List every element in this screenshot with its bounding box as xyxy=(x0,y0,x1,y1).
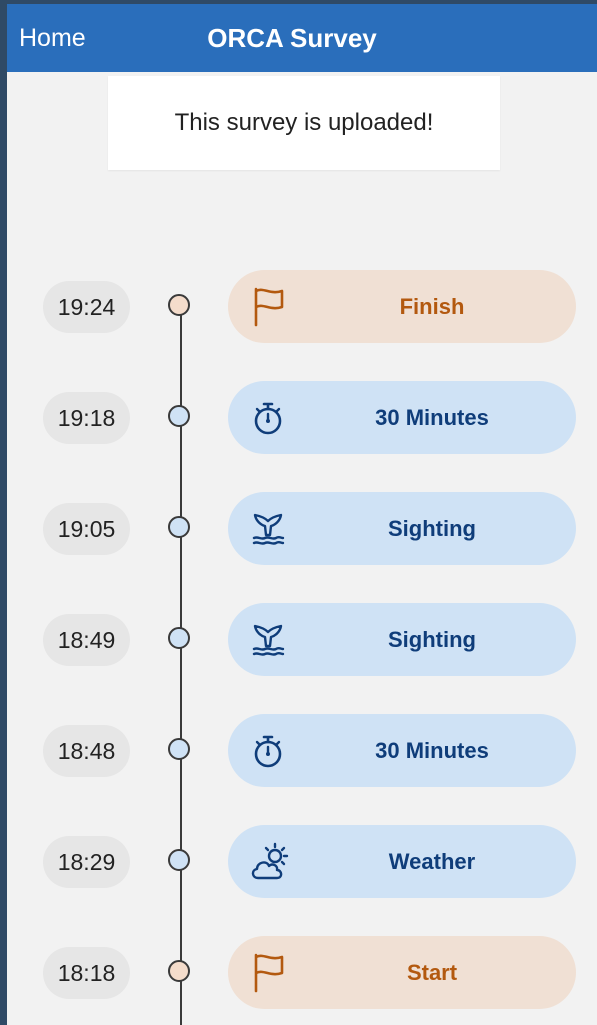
upload-status-banner: This survey is uploaded! xyxy=(108,76,500,170)
event-time: 19:24 xyxy=(43,281,130,333)
timeline-dot xyxy=(168,849,190,871)
event-time: 18:48 xyxy=(43,725,130,777)
timeline-row: 19:05 Sighting xyxy=(0,492,597,566)
event-button-finish[interactable]: Finish xyxy=(228,270,576,343)
timeline-row: 18:48 30 Minutes xyxy=(0,714,597,788)
timeline-row: 18:18 Start xyxy=(0,936,597,1010)
home-button[interactable]: Home xyxy=(19,4,86,72)
event-label: Start xyxy=(406,960,458,985)
navigation-bar: ORCA Survey Home xyxy=(7,4,597,72)
timeline-row: 18:49 Sighting xyxy=(0,603,597,677)
stopwatch-icon xyxy=(248,729,292,773)
event-button-sighting[interactable]: Sighting xyxy=(228,603,576,676)
event-label: Sighting xyxy=(388,627,476,652)
timeline-row: 19:18 30 Minutes xyxy=(0,381,597,455)
timeline-dot xyxy=(168,960,190,982)
stopwatch-icon xyxy=(248,396,292,440)
timeline-row: 18:29 Weather xyxy=(0,825,597,899)
event-label: 30 Minutes xyxy=(375,405,489,430)
flag-icon xyxy=(248,951,292,995)
event-button-sighting[interactable]: Sighting xyxy=(228,492,576,565)
event-time: 18:29 xyxy=(43,836,130,888)
event-time: 18:18 xyxy=(43,947,130,999)
event-time: 18:49 xyxy=(43,614,130,666)
whale-tail-icon xyxy=(248,507,292,551)
event-button-30-minutes[interactable]: 30 Minutes xyxy=(228,714,576,787)
timeline-row: 19:24 Finish xyxy=(0,270,597,344)
event-label: Sighting xyxy=(388,516,476,541)
whale-tail-icon xyxy=(248,618,292,662)
event-label: Finish xyxy=(399,294,465,319)
event-label: 30 Minutes xyxy=(375,738,489,763)
timeline-dot xyxy=(168,738,190,760)
event-time: 19:05 xyxy=(43,503,130,555)
event-time: 19:18 xyxy=(43,392,130,444)
timeline-dot xyxy=(168,516,190,538)
weather-icon xyxy=(248,840,292,884)
event-button-weather[interactable]: Weather xyxy=(228,825,576,898)
timeline-dot xyxy=(168,627,190,649)
page-title: ORCA Survey xyxy=(207,23,377,53)
event-button-30-minutes[interactable]: 30 Minutes xyxy=(228,381,576,454)
timeline-dot xyxy=(168,405,190,427)
flag-icon xyxy=(248,285,292,329)
event-label: Weather xyxy=(388,849,476,874)
event-button-start[interactable]: Start xyxy=(228,936,576,1009)
timeline-dot xyxy=(168,294,190,316)
